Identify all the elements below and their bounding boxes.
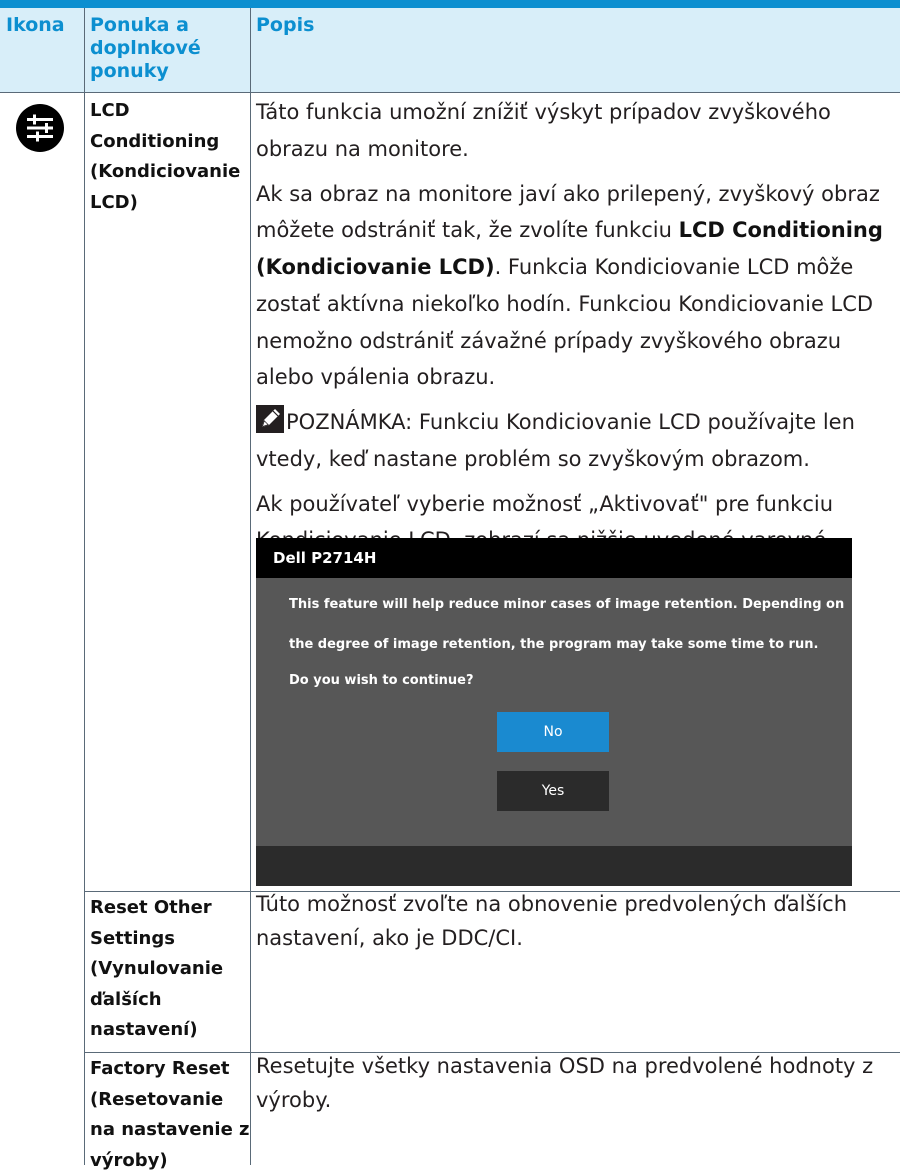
note-label: POZNÁMKA <box>286 410 406 434</box>
header-col-icon: Ikona <box>6 14 65 36</box>
pencil-note-icon <box>256 405 284 433</box>
column-divider <box>250 92 251 1165</box>
header-col-menu-line: Ponuka a <box>90 14 189 36</box>
no-button[interactable]: No <box>497 712 609 752</box>
menu-item-reset-other-settings: Reset Other Settings (Vynulovanie ďalšíc… <box>90 893 223 1046</box>
menu-line: (Vynulovanie <box>90 958 224 980</box>
menu-line: Factory Reset <box>90 1058 230 1079</box>
description-lcd-conditioning: Táto funkcia umožní znížiť výskyt prípad… <box>256 94 896 604</box>
header-divider <box>250 8 251 92</box>
header-col-desc: Popis <box>256 14 315 36</box>
menu-item-lcd-conditioning: LCD Conditioning (Kondiciovanie LCD) <box>90 96 240 218</box>
desc-paragraph: Táto funkcia umožní znížiť výskyt prípad… <box>256 100 831 161</box>
menu-line: (Resetovanie <box>90 1088 224 1110</box>
menu-line: Settings <box>90 927 175 949</box>
dialog-message-line: This feature will help reduce minor case… <box>289 597 845 612</box>
menu-line: nastavení) <box>90 1019 198 1041</box>
dialog-footer <box>256 846 852 886</box>
header-col-menu-line: ponuky <box>90 59 169 82</box>
menu-line: Reset Other <box>90 897 212 918</box>
desc-paragraph: Ak sa obraz na monitore javí ako prilepe… <box>256 176 896 397</box>
menu-item-factory-reset: Factory Reset (Resetovanie na nastavenie… <box>90 1054 250 1176</box>
menu-line: (Kondiciovanie <box>90 161 241 183</box>
header-col-menu: Ponuka a doplnkové ponuky <box>90 14 201 82</box>
menu-line: na nastavenie z <box>90 1119 250 1141</box>
column-divider <box>84 92 85 1165</box>
menu-line: ďalších <box>90 988 162 1010</box>
menu-line: výroby) <box>90 1149 168 1171</box>
menu-line: LCD) <box>90 191 138 213</box>
yes-button[interactable]: Yes <box>497 771 609 811</box>
manual-table: Ikona Ponuka a doplnkové ponuky Popis LC… <box>0 0 900 1171</box>
menu-line: Conditioning <box>90 130 220 152</box>
settings-sliders-icon <box>16 104 64 152</box>
description-factory-reset: Resetujte všetky nastavenia OSD na predv… <box>256 1054 874 1112</box>
note-paragraph: POZNÁMKA: Funkciu Kondiciovanie LCD použ… <box>256 404 896 478</box>
header-divider <box>84 8 85 92</box>
header-col-menu-line: doplnkové <box>90 36 201 59</box>
menu-line: LCD <box>90 100 130 121</box>
dialog-message-line: Do you wish to continue? <box>289 673 474 688</box>
dialog-message-line: the degree of image retention, the progr… <box>289 637 819 652</box>
description-reset-other-settings: Túto možnosť zvoľte na obnovenie predvol… <box>256 892 848 950</box>
dialog-title: Dell P2714H <box>256 538 852 578</box>
header-top-bar <box>0 0 900 8</box>
header-bottom-rule <box>0 92 900 93</box>
